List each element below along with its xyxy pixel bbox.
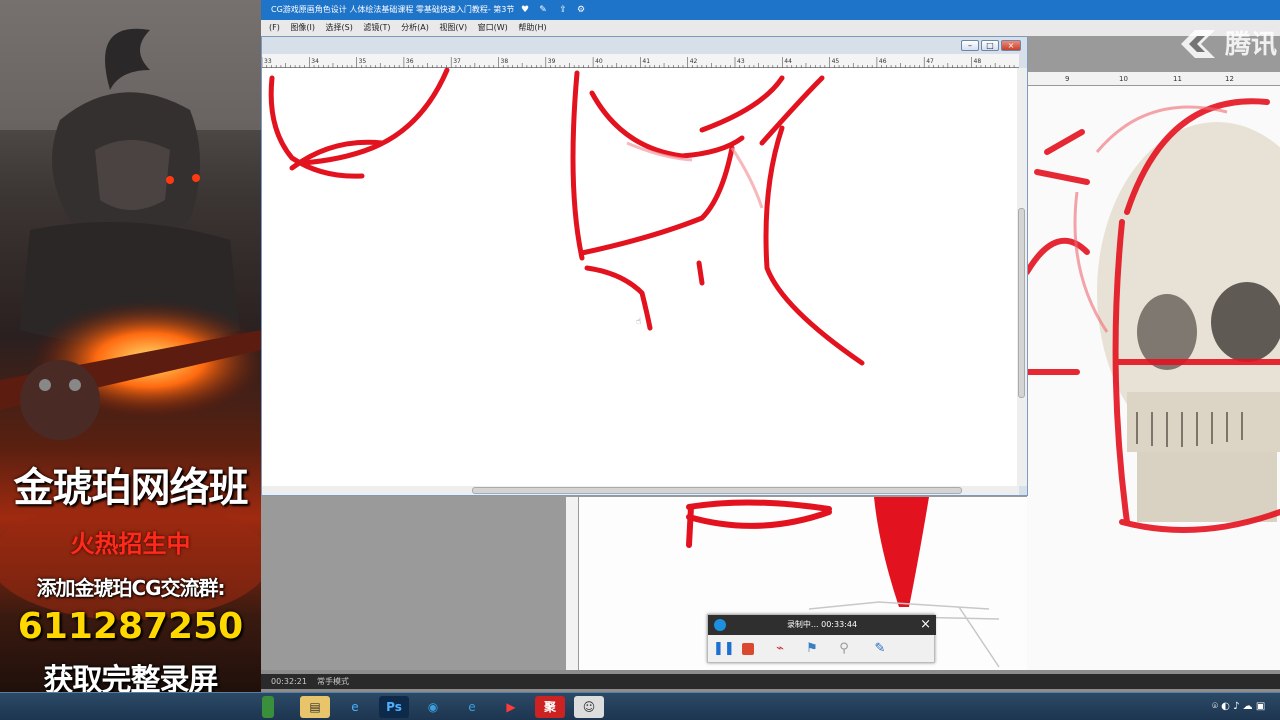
ruler-label: 42 xyxy=(690,58,698,65)
right-ruler-label: 10 xyxy=(1119,75,1128,83)
right-ruler: 9 10 11 12 xyxy=(1027,72,1280,86)
ju-icon[interactable]: 聚 xyxy=(535,696,565,718)
watermark-text: 腾讯 xyxy=(1225,30,1278,60)
taskbar: ▤ e Ps ◉ e ▶ 聚 ☺ ⌾ ◐ ♪ ☁ ▣ xyxy=(0,692,1280,720)
status-mode: 常手模式 xyxy=(317,677,349,686)
menu-bar: (F) 图像(I) 选择(S) 滤镜(T) 分析(A) 视图(V) 窗口(W) … xyxy=(261,20,1280,36)
ruler-label: 36 xyxy=(406,58,414,65)
browser-icon[interactable]: ◉ xyxy=(418,696,448,718)
ruler-label: 48 xyxy=(974,58,982,65)
lower-vertical-ruler xyxy=(566,497,579,670)
stop-icon[interactable] xyxy=(740,641,756,657)
ruler-ticks: 33 34 35 36 37 38 39 40 41 42 43 44 45 46 47 48 xyxy=(261,57,1015,69)
ie-icon[interactable]: e xyxy=(340,696,370,718)
menu-item-file[interactable]: (F) xyxy=(269,23,280,32)
face-sketch: ☝ xyxy=(268,68,865,366)
tray-icons[interactable]: ⌾ ◐ ♪ ☁ ▣ xyxy=(1212,693,1265,720)
ruler-label: 45 xyxy=(832,58,840,65)
pause-icon[interactable]: ❚❚ xyxy=(713,641,735,657)
pen-icon[interactable]: ✎ xyxy=(872,641,888,657)
menu-item-view[interactable]: 视图(V) xyxy=(439,23,467,32)
ruler-label: 34 xyxy=(311,58,319,65)
folder-icon[interactable]: ▤ xyxy=(300,696,330,718)
skull-reference-canvas[interactable] xyxy=(1027,72,1280,670)
line-tool-icon[interactable]: ⌁ xyxy=(772,641,788,657)
ruler-label: 38 xyxy=(501,58,509,65)
menu-item-analysis[interactable]: 分析(A) xyxy=(401,23,429,32)
maximize-button[interactable]: □ xyxy=(981,40,999,51)
ruler-label: 47 xyxy=(926,58,934,65)
menu-item-window[interactable]: 窗口(W) xyxy=(478,23,508,32)
right-ruler-label: 11 xyxy=(1173,75,1182,83)
share-icon[interactable]: ⇪ xyxy=(557,0,569,20)
promo-subtitle: 火热招生中 xyxy=(70,530,191,558)
tencent-logo-icon xyxy=(1181,30,1215,58)
recorder-label: 录制中... 00:33:44 xyxy=(786,620,858,629)
screen: 金琥珀网络班 火热招生中 添加金琥珀CG交流群: 611287250 获取完整录… xyxy=(0,0,1280,720)
right-ruler-label: 9 xyxy=(1065,75,1069,83)
ie2-icon[interactable]: e xyxy=(457,696,487,718)
ruler-label: 39 xyxy=(548,58,556,65)
skull-sketch xyxy=(1027,72,1280,670)
window-controls: – □ × xyxy=(961,40,1021,51)
ruler-label: 37 xyxy=(453,58,461,65)
photoshop-window: CG游戏原画角色设计 人体绘法基础课程 零基础快速入门教程- 第3节 ♥ ✎ ⇪… xyxy=(261,0,1280,700)
heart-icon[interactable]: ♥ xyxy=(519,0,531,20)
ruler-label: 40 xyxy=(595,58,603,65)
sketch-window[interactable]: – □ × 33 34 35 36 37 38 39 40 41 42 43 44 45 46 47 48 xyxy=(261,36,1028,496)
player-icon[interactable]: ▶ xyxy=(496,696,526,718)
ruler-label: 46 xyxy=(879,58,887,65)
status-time: 00:32:21 xyxy=(271,677,307,686)
video-title-bar: CG游戏原画角色设计 人体绘法基础课程 零基础快速入门教程- 第3节 ♥ ✎ ⇪… xyxy=(261,0,1280,20)
screen-recorder: 录制中... 00:33:44 × ❚❚ ⌁ ⚑ ⚲ ✎ xyxy=(707,614,936,663)
promo-group-number: 611287250 xyxy=(17,606,244,647)
gear-icon[interactable]: ⚙ xyxy=(575,0,587,20)
promo-title: 金琥珀网络班 xyxy=(13,465,249,511)
vertical-scroll-thumb[interactable] xyxy=(1018,208,1025,398)
menu-item-filter[interactable]: 滤镜(T) xyxy=(363,23,390,32)
promo-banner: 金琥珀网络班 火热招生中 添加金琥珀CG交流群: 611287250 获取完整录… xyxy=(0,0,261,700)
right-ruler-label: 12 xyxy=(1225,75,1234,83)
close-icon[interactable]: × xyxy=(920,615,931,635)
magnifier-icon[interactable]: ⚲ xyxy=(836,641,852,657)
edit-icon[interactable]: ✎ xyxy=(537,0,549,20)
ruler-label: 44 xyxy=(784,58,792,65)
horizontal-scroll-thumb[interactable] xyxy=(472,487,962,494)
avatar-icon[interactable]: ☺ xyxy=(574,696,604,718)
status-bar: 00:32:21 常手模式 xyxy=(261,674,1280,689)
photoshop-icon[interactable]: Ps xyxy=(379,696,409,718)
horizontal-scrollbar[interactable] xyxy=(262,486,1019,495)
horizontal-ruler: 33 34 35 36 37 38 39 40 41 42 43 44 45 46 47 48 xyxy=(261,54,1019,69)
vertical-scrollbar[interactable] xyxy=(1017,68,1027,486)
ruler-label: 35 xyxy=(359,58,367,65)
menu-item-select[interactable]: 选择(S) xyxy=(326,23,353,32)
drawing-canvas[interactable]: ☝ xyxy=(262,68,1017,486)
menu-item-help[interactable]: 帮助(H) xyxy=(518,23,546,32)
ruler-label: 43 xyxy=(737,58,745,65)
recorder-header: 录制中... 00:33:44 × xyxy=(708,615,936,635)
close-button[interactable]: × xyxy=(1001,40,1021,51)
start-icon[interactable] xyxy=(262,696,274,718)
hand-cursor-icon: ☝ xyxy=(636,317,641,327)
video-title: CG游戏原画角色设计 人体绘法基础课程 零基础快速入门教程- 第3节 xyxy=(271,5,515,14)
minimize-button[interactable]: – xyxy=(961,40,979,51)
promo-group-line: 添加金琥珀CG交流群: xyxy=(36,576,225,600)
ruler-label: 33 xyxy=(264,58,272,65)
highlighter-icon[interactable]: ⚑ xyxy=(804,641,820,657)
menu-item-image[interactable]: 图像(I) xyxy=(290,23,315,32)
ruler-label: 41 xyxy=(642,58,650,65)
